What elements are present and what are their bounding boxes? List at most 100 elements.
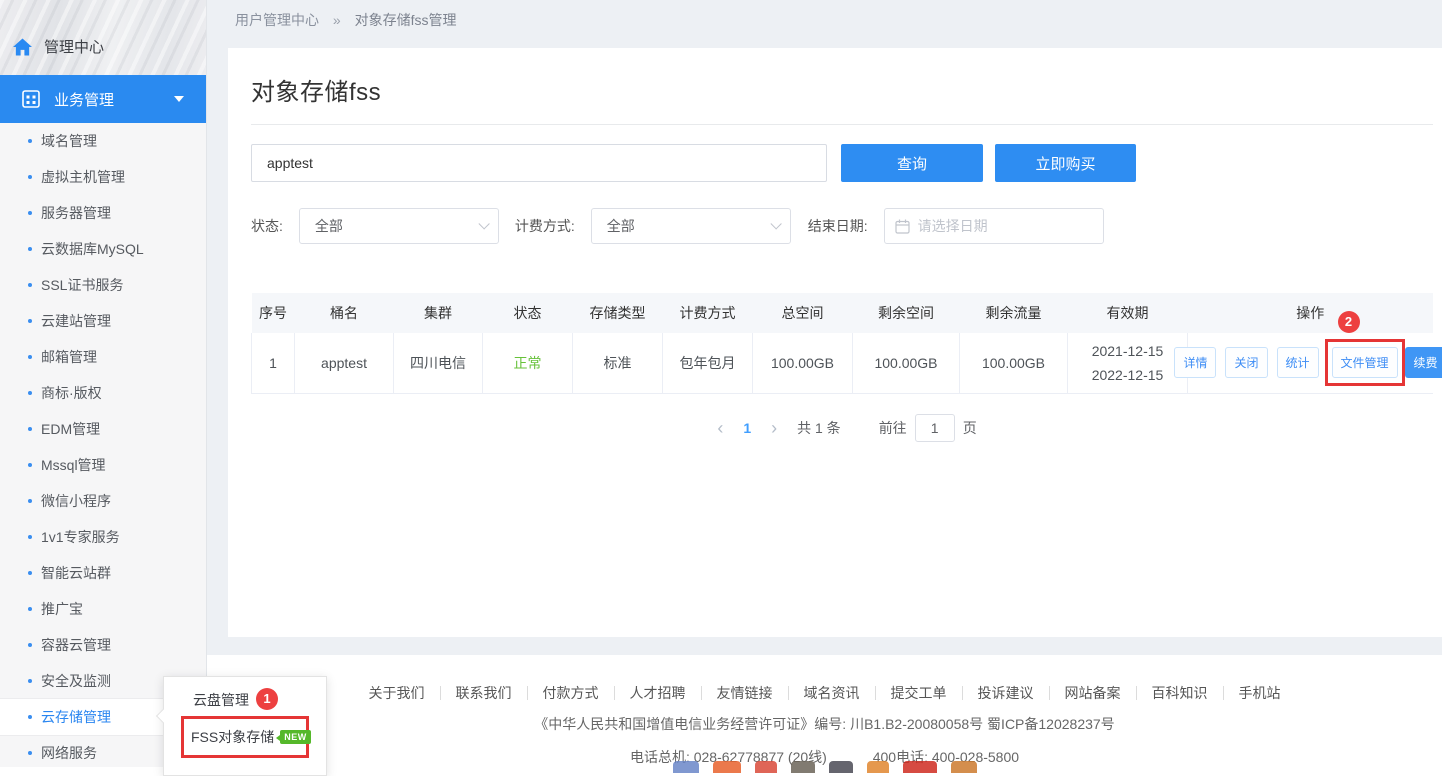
bullet-icon — [28, 463, 32, 467]
bullet-icon — [28, 607, 32, 611]
footer-link[interactable]: 网站备案 — [1050, 686, 1137, 700]
end-date-input[interactable]: 请选择日期 — [884, 208, 1104, 244]
sidebar-item[interactable]: 推广宝 — [0, 591, 206, 627]
prev-page-button[interactable]: ‹ — [707, 414, 733, 442]
main-area: 用户管理中心 » 对象存储fss管理 对象存储fss 查询 立即购买 状态: 全… — [207, 0, 1442, 767]
column-header: 剩余流量 — [960, 293, 1068, 333]
bullet-icon — [28, 571, 32, 575]
renew-button[interactable]: 续费 — [1405, 347, 1442, 378]
calendar-icon — [895, 219, 910, 234]
sidebar-item[interactable]: 商标·版权 — [0, 375, 206, 411]
sidebar-header: 管理中心 — [0, 0, 206, 75]
footer-logo-icon — [673, 761, 699, 773]
sidebar-item[interactable]: 云建站管理 — [0, 303, 206, 339]
footer-link[interactable]: 人才招聘 — [615, 686, 702, 700]
annotation-step-1-badge: 1 — [256, 688, 278, 710]
status-select-value: 全部 — [315, 216, 343, 236]
status-select[interactable]: 全部 — [299, 208, 499, 244]
sidebar-item-home[interactable]: 管理中心 — [13, 36, 104, 57]
search-input[interactable] — [251, 144, 827, 182]
breadcrumb-root[interactable]: 用户管理中心 — [235, 12, 319, 28]
breadcrumb-separator-icon: » — [333, 12, 341, 28]
home-label: 管理中心 — [44, 36, 104, 57]
next-page-button[interactable]: › — [761, 414, 787, 442]
sidebar-item[interactable]: 1v1专家服务 — [0, 519, 206, 555]
footer-links: 关于我们联系我们付款方式人才招聘友情链接域名资讯提交工单投诉建议网站备案百科知识… — [207, 686, 1442, 700]
filter-row: 状态: 全部 计费方式: 全部 结束日期: 请选择日期 — [251, 208, 1433, 244]
cell-status: 正常 — [483, 333, 573, 393]
grid-icon — [22, 90, 40, 108]
bullet-icon — [28, 643, 32, 647]
page-1-button[interactable]: 1 — [733, 420, 761, 436]
caret-down-icon — [174, 96, 184, 102]
sidebar-item[interactable]: Mssql管理 — [0, 447, 206, 483]
bullet-icon — [28, 355, 32, 359]
cell-remaining-traffic: 100.00GB — [960, 333, 1068, 393]
fss-label: FSS对象存储 — [191, 727, 274, 747]
footer-logo-icon — [951, 761, 977, 773]
query-button[interactable]: 查询 — [841, 144, 983, 182]
column-header: 剩余空间 — [853, 293, 960, 333]
sidebar-item[interactable]: 域名管理 — [0, 123, 206, 159]
bullet-icon — [28, 679, 32, 683]
sidebar-item[interactable]: 虚拟主机管理 — [0, 159, 206, 195]
billing-select[interactable]: 全部 — [591, 208, 791, 244]
breadcrumb: 用户管理中心 » 对象存储fss管理 — [207, 0, 1442, 40]
row-action-button[interactable]: 关闭 — [1225, 347, 1267, 378]
billing-filter-label: 计费方式: — [515, 216, 575, 236]
footer-link[interactable]: 手机站 — [1224, 686, 1296, 700]
buy-now-button[interactable]: 立即购买 — [995, 144, 1136, 182]
cell-total-space: 100.00GB — [753, 333, 853, 393]
bullet-icon — [28, 247, 32, 251]
column-header: 状态 — [483, 293, 573, 333]
sidebar-item[interactable]: 智能云站群 — [0, 555, 206, 591]
end-date-placeholder: 请选择日期 — [918, 216, 988, 236]
sidebar: 管理中心 业务管理 域名管理 虚拟主机管理 服务器 — [0, 0, 207, 767]
status-filter-label: 状态: — [251, 216, 283, 236]
cell-index: 1 — [252, 333, 295, 393]
column-header: 计费方式 — [663, 293, 753, 333]
goto-page-input[interactable] — [915, 414, 955, 442]
column-header: 有效期 — [1068, 293, 1188, 333]
sidebar-item[interactable]: 服务器管理 — [0, 195, 206, 231]
cell-bucket-name: apptest — [295, 333, 394, 393]
footer-link[interactable]: 友情链接 — [702, 686, 789, 700]
sidebar-item[interactable]: 邮箱管理 — [0, 339, 206, 375]
row-actions: 详情关闭统计 — [1174, 347, 1318, 378]
bullet-icon — [28, 499, 32, 503]
footer-link[interactable]: 域名资讯 — [789, 686, 876, 700]
bullet-icon — [28, 283, 32, 287]
footer-logo-icon — [713, 761, 741, 773]
footer-link[interactable]: 投诉建议 — [963, 686, 1050, 700]
footer-link[interactable]: 提交工单 — [876, 686, 963, 700]
status-badge: 正常 — [514, 355, 542, 371]
validity-start: 2021-12-15 — [1068, 339, 1187, 363]
bucket-table: 序号桶名集群状态存储类型计费方式总空间剩余空间剩余流量有效期操作 1 appte… — [251, 293, 1433, 394]
footer-link[interactable]: 付款方式 — [528, 686, 615, 700]
row-action-button[interactable]: 详情 — [1174, 347, 1216, 378]
sidebar-group-business[interactable]: 业务管理 — [0, 75, 206, 123]
footer-link[interactable]: 关于我们 — [354, 686, 441, 700]
sidebar-item[interactable]: EDM管理 — [0, 411, 206, 447]
sidebar-menu: 域名管理 虚拟主机管理 服务器管理 云数据库MySQL SSL证书服务 — [0, 123, 206, 771]
chevron-down-icon — [478, 218, 489, 229]
cell-billing: 包年包月 — [663, 333, 753, 393]
column-header: 序号 — [252, 293, 295, 333]
sidebar-item[interactable]: 容器云管理 — [0, 627, 206, 663]
sidebar-item[interactable]: 微信小程序 — [0, 483, 206, 519]
row-action-button[interactable]: 统计 — [1277, 347, 1319, 378]
bullet-icon — [28, 427, 32, 431]
footer-logo-icon — [867, 761, 889, 773]
flyout-item-cloud-disk[interactable]: 云盘管理 — [193, 690, 249, 710]
validity-end: 2022-12-15 — [1068, 363, 1187, 387]
footer-link[interactable]: 联系我们 — [441, 686, 528, 700]
pagination: ‹ 1 › 共 1 条 前往 页 — [251, 414, 1433, 442]
bullet-icon — [28, 211, 32, 215]
goto-label: 前往 — [879, 418, 907, 438]
sidebar-item[interactable]: 云数据库MySQL — [0, 231, 206, 267]
file-manage-button[interactable]: 文件管理 — [1332, 347, 1398, 378]
sidebar-item[interactable]: SSL证书服务 — [0, 267, 206, 303]
flyout-item-fss[interactable]: FSS对象存储 NEW — [191, 727, 311, 747]
bullet-icon — [28, 751, 32, 755]
footer-link[interactable]: 百科知识 — [1137, 686, 1224, 700]
